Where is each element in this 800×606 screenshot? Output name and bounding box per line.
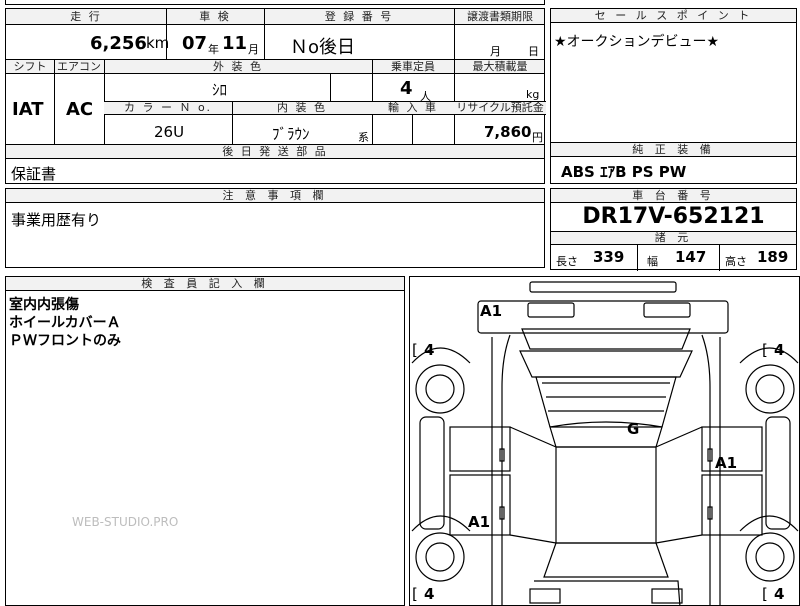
exterior-value: ｼﾛ [212,81,228,99]
caution-block: 注 意 事 項 欄 事業用歴有り [5,188,545,268]
damage-mark-front: A1 [480,302,502,320]
chassis-label: 車 台 番 号 [551,189,796,203]
shift-label: シフト [13,60,47,73]
watermark: WEB-STUDIO.PRO [72,515,179,529]
maxload-label: 最大積載量 [472,60,528,73]
inspection-month-unit: 月 [248,43,259,56]
inspector-block: 検 査 員 記 入 欄 室内内張傷 ホイールカバーＡ ＰＷフロントのみ WEB-… [5,276,405,606]
transfer-month-unit: 月 [490,45,501,58]
registration-label: 登 録 番 号 [324,10,394,23]
capacity-value: 4 [400,78,413,99]
inspector-line-3: ＰＷフロントのみ [9,333,121,349]
transfer-day-unit: 日 [528,45,539,58]
damage-mark-roof: G [627,420,639,438]
equipment-value: ABS ｴｱB PS PW [561,163,687,181]
diagram-bl-bracket: [ [412,585,418,603]
mileage-label: 走 行 [70,10,102,23]
chassis-block: 車 台 番 号 DR17V-652121 諸 元 長さ 339 幅 147 高さ… [550,188,797,271]
interior-value: ﾌﾞﾗｳﾝ [272,125,310,143]
inspection-year: 07 [182,33,208,54]
registration-value: Ｎo後日 [290,37,356,58]
width-value: 147 [675,248,707,266]
interior-label: 内 装 色 [277,101,327,114]
diagram-br-value: 4 [774,585,784,603]
mileage-value: 6,256 [90,33,147,54]
equipment-label: 純 正 装 備 [551,143,796,157]
inspector-line-1: 室内内張傷 [9,297,79,313]
height-value: 189 [757,248,789,266]
specs-label: 諸 元 [654,231,693,244]
diagram-br-bracket: [ [762,585,768,603]
aircon-value: AC [66,99,94,120]
shift-value: IAT [12,99,44,120]
vehicle-damage-diagram: [ 4 [ 4 [ 4 [ 4 A1 G A1 A1 [409,276,800,606]
capacity-label: 乗車定員 [391,60,435,73]
maxload-unit: kg [526,88,540,101]
inspection-label: 車 検 [199,10,231,23]
recycle-value: 7,860 [484,123,532,141]
length-value: 339 [593,248,625,266]
height-label: 高さ [725,255,747,268]
chassis-value: DR17V-652121 [582,204,765,229]
sales-point-label: セ ー ル ス ポ イ ン ト [551,9,796,23]
length-label: 長さ [556,255,578,268]
transfer-label: 譲渡書類期限 [467,10,533,23]
caution-value: 事業用歴有り [11,211,102,229]
inspector-line-2: ホイールカバーＡ [9,315,121,331]
recycle-unit: 円 [532,131,543,144]
color-no-value: 26U [154,123,185,141]
damage-mark-right: A1 [715,454,737,472]
sales-point-value: ★オークションデビュー★ [554,34,720,50]
equipment-block: 純 正 装 備 ABS ｴｱB PS PW [550,142,797,184]
top-strip [5,0,545,5]
vehicle-outline: [ 4 [ 4 [ 4 [ 4 A1 G A1 A1 [411,281,799,605]
diagram-tl-bracket: [ [412,341,418,359]
inspection-month: 11 [222,33,248,54]
later-parts-value: 保証書 [11,165,57,183]
interior-suffix: 系 [358,131,369,144]
width-label: 幅 [647,255,658,268]
sales-point-block: セ ー ル ス ポ イ ン ト ★オークションデビュー★ [550,8,797,144]
diagram-tr-bracket: [ [762,341,768,359]
diagram-tr-value: 4 [774,341,784,359]
exterior-label: 外 装 色 [213,60,263,73]
color-no-label: カ ラ ー Ｎ o. [123,101,213,114]
damage-mark-left: A1 [468,513,490,531]
inspection-year-unit: 年 [208,43,219,56]
diagram-bl-value: 4 [424,585,434,603]
vehicle-info-block: 走 行 車 検 登 録 番 号 譲渡書類期限 6,256 km 07 年 11 … [5,8,546,184]
caution-label: 注 意 事 項 欄 [6,189,544,203]
diagram-tl-value: 4 [424,341,434,359]
inspector-label: 検 査 員 記 入 欄 [6,277,404,291]
later-parts-label: 後 日 発 送 部 品 [222,145,328,158]
aircon-label: エアコン [57,60,101,73]
import-label: 輸 入 車 [388,101,438,114]
recycle-label: リサイクル預託金 [456,101,544,114]
mileage-unit: km [146,34,170,52]
